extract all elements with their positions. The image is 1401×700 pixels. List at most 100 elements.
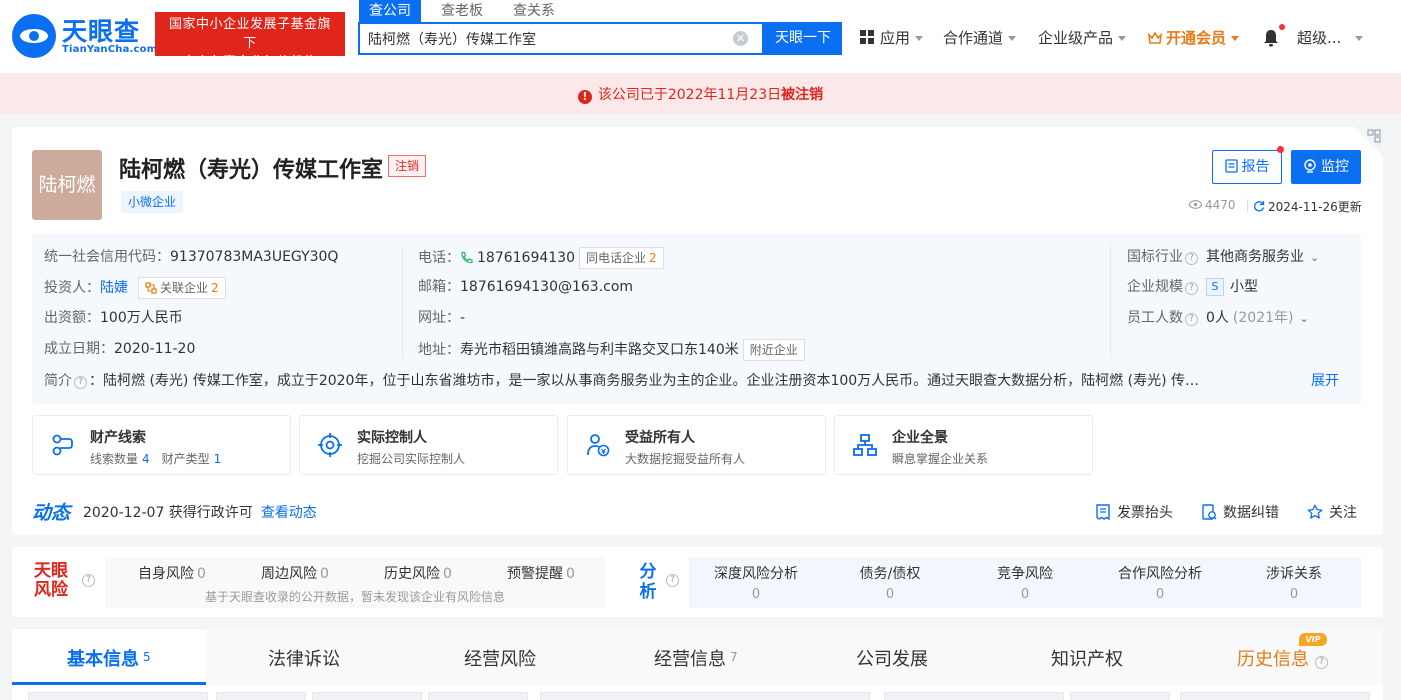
help-icon[interactable]: ? (82, 574, 95, 587)
capital-row: 出资额：100万人民币 (44, 308, 183, 328)
help-icon[interactable]: ? (74, 376, 87, 389)
tab-business-risk[interactable]: 经营风险 (464, 645, 536, 671)
risk-warning[interactable]: 预警提醒 0 (507, 563, 575, 583)
invoice-title-action[interactable]: 发票抬头 (1095, 502, 1173, 522)
subtab-placeholder (312, 692, 422, 700)
investor-row: 投资人：陆婕 关联企业 2 (44, 277, 226, 299)
data-correction-action[interactable]: 数据纠错 (1201, 502, 1279, 522)
feature-actual-controller[interactable]: 实际控制人 挖掘公司实际控制人 (299, 415, 558, 475)
help-icon[interactable]: ? (1185, 252, 1198, 265)
analysis-cooperation[interactable]: 合作风险分析 (1093, 563, 1227, 583)
update-time[interactable]: 2024-11-26更新 (1253, 198, 1362, 215)
related-count: 2 (211, 281, 219, 295)
tab-business-info[interactable]: 经营信息 7 (654, 645, 738, 671)
tianyancha-logo[interactable]: 天眼查 TianYanCha.com (12, 12, 157, 60)
eye-icon (1188, 200, 1203, 209)
clue-count: 4 (142, 452, 150, 466)
report-button[interactable]: 报告 (1212, 150, 1282, 184)
tab-count: 7 (730, 650, 738, 664)
grid-icon (860, 30, 874, 44)
analysis-debt[interactable]: 债务/债权 (823, 563, 957, 583)
follow-action[interactable]: 关注 (1307, 502, 1357, 522)
user-menu[interactable]: 超级... (1297, 26, 1364, 50)
related-companies-tag[interactable]: 关联企业 2 (138, 277, 226, 299)
address-row: 地址：寿光市稻田镇潍高路与利丰路交叉口东140米 附近企业 (418, 339, 805, 361)
same-phone-label: 同电话企业 (585, 251, 646, 265)
risk-surrounding[interactable]: 周边风险 0 (261, 563, 329, 583)
gov-badge-line2: 官方备案企业征信机构 (182, 55, 318, 70)
column-divider (1110, 246, 1111, 358)
founded-label: 成立日期： (44, 341, 114, 357)
beneficiary-icon (587, 434, 610, 457)
analysis-competition[interactable]: 竞争风险 (958, 563, 1092, 583)
risk-self[interactable]: 自身风险 0 (138, 563, 206, 583)
email-value[interactable]: 18761694130@163.com (460, 279, 633, 295)
expand-intro-link[interactable]: 展开 (1309, 371, 1339, 391)
phone-value[interactable]: 18761694130 (477, 250, 575, 266)
feature-asset-clues[interactable]: 财产线索 线索数量 4 财产类型 1 (32, 415, 291, 475)
gov-badge[interactable]: 国家中小企业发展子基金旗下 官方备案企业征信机构 (155, 12, 345, 70)
tab-ip[interactable]: 知识产权 (1051, 645, 1123, 671)
invoice-icon (1096, 504, 1110, 521)
tab-legal[interactable]: 法律诉讼 (268, 645, 340, 671)
nav-enterprise[interactable]: 企业级产品 (1038, 26, 1127, 50)
industry-value[interactable]: 其他商务服务业 (1206, 249, 1304, 265)
risk-history[interactable]: 历史风险 0 (384, 563, 452, 583)
address-value[interactable]: 寿光市稻田镇潍高路与利丰路交叉口东140米 (460, 342, 739, 358)
gov-badge-line1: 国家中小企业发展子基金旗下 (168, 17, 331, 51)
tianyan-risk-logo[interactable]: 天眼 风险 (30, 562, 72, 602)
search-button[interactable]: 天眼一下 (764, 22, 842, 55)
help-icon[interactable]: ? (1185, 313, 1198, 326)
search-tab-relation[interactable]: 查关系 (503, 0, 565, 22)
monitor-icon (1304, 159, 1316, 173)
tab-development[interactable]: 公司发展 (856, 645, 928, 671)
same-phone-tag[interactable]: 同电话企业 2 (578, 247, 664, 269)
feature-subtitle: 瞬息掌握企业关系 (892, 452, 989, 466)
monitor-label: 监控 (1321, 159, 1349, 175)
analysis-deep-risk[interactable]: 深度风险分析 (689, 563, 823, 583)
capital-label: 出资额： (44, 310, 100, 326)
view-dynamic-link[interactable]: 查看动态 (261, 505, 317, 521)
nearby-companies-tag[interactable]: 附近企业 (742, 339, 805, 361)
tab-history[interactable]: 历史信息? (1237, 645, 1330, 671)
clear-icon[interactable]: ✕ (733, 31, 748, 46)
chevron-down-icon[interactable]: ⌄ (1310, 251, 1319, 264)
credit-code-value[interactable]: 91370783MA3UEGY30Q (170, 249, 338, 265)
industry-label: 国标行业 (1127, 249, 1183, 265)
investor-link[interactable]: 陆婕 (100, 280, 128, 296)
feature-subtitle: 挖掘公司实际控制人 (357, 452, 466, 466)
tab-basic-info[interactable]: 基本信息 5 (67, 645, 151, 671)
nav-channels[interactable]: 合作通道 (943, 26, 1017, 50)
bell-icon[interactable] (1262, 28, 1280, 48)
same-phone-count: 2 (649, 251, 657, 265)
nav-vip-label: 开通会员 (1166, 29, 1227, 47)
size-tag[interactable]: 小微企业 (121, 191, 184, 213)
search-tab-company[interactable]: 查公司 (359, 0, 421, 22)
asset-clue-icon (52, 434, 73, 456)
chevron-down-icon[interactable]: ⌄ (1299, 312, 1308, 325)
staff-label: 员工人数 (1127, 310, 1183, 326)
nav-vip[interactable]: 开通会员 (1147, 26, 1240, 50)
intro-label: 简介 (44, 373, 72, 389)
nav-channels-label: 合作通道 (943, 29, 1004, 47)
help-icon[interactable]: ? (1185, 282, 1198, 295)
search-input[interactable] (360, 24, 730, 53)
star-icon (1307, 504, 1323, 519)
risk-logo-line2: 风险 (34, 580, 68, 600)
analysis-litigation[interactable]: 涉诉关系 (1227, 563, 1361, 583)
document-icon (1224, 159, 1238, 173)
analysis-debt-count: 0 (885, 587, 895, 602)
subtab-placeholder (1070, 692, 1170, 700)
status-badge: 注销 (388, 155, 427, 177)
industry-row: 国标行业? 其他商务服务业 ⌄ (1127, 247, 1319, 267)
feature-beneficial-owner[interactable]: 受益所有人 大数据挖掘受益所有人 (567, 415, 826, 475)
tab-label: 知识产权 (1051, 649, 1123, 670)
search-tab-boss[interactable]: 查老板 (431, 0, 493, 22)
tab-label: 公司发展 (856, 649, 928, 670)
feature-company-panorama[interactable]: 企业全景 瞬息掌握企业关系 (834, 415, 1093, 475)
monitor-button[interactable]: 监控 (1291, 150, 1361, 184)
nav-apps[interactable]: 应用 (860, 26, 924, 50)
analysis-logo: 分析 (636, 562, 660, 602)
help-icon[interactable]: ? (1315, 656, 1328, 669)
help-icon[interactable]: ? (666, 574, 679, 587)
